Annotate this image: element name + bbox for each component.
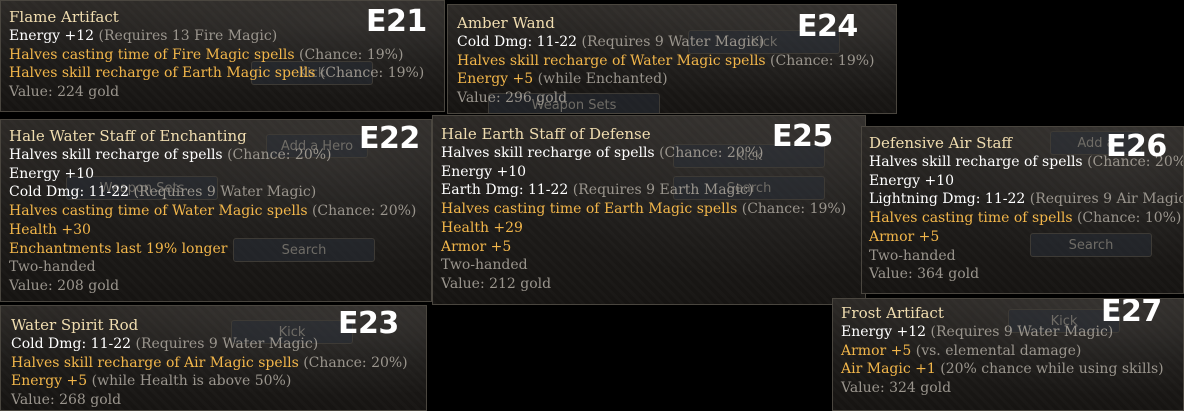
bonus-casting-time: Halves casting time of Fire Magic spells (9, 46, 295, 63)
item-value: Value: 224 gold (9, 84, 120, 101)
stat-requirement: (Requires 13 Fire Magic) (94, 28, 278, 44)
stat-requirement: (Requires 9 Earth Magic) (568, 182, 754, 199)
stat-cold-damage: Cold Dmg: 11-22 (9, 184, 130, 201)
bonus-condition: (while Health is above 50%) (87, 373, 292, 390)
stat-requirement: (Requires 9 Water Magic) (129, 184, 317, 201)
item-handedness: Two-handed (441, 257, 528, 274)
stat-earth-damage: Earth Dmg: 11-22 (441, 182, 569, 199)
stat-requirement: (Requires 9 Air Magic) (1025, 191, 1184, 208)
item-value: Value: 208 gold (9, 277, 120, 294)
stat-chance: (Chance: 20%) (654, 145, 764, 161)
bonus-chance: (Chance: 20%) (307, 203, 417, 220)
bonus-armor: Armor +5 (841, 342, 912, 359)
bonus-chance: (Chance: 19%) (737, 201, 847, 218)
bonus-energy: Energy +5 (457, 71, 534, 88)
stat-lightning-damage: Lightning Dmg: 11-22 (869, 191, 1026, 208)
bonus-casting-time: Halves casting time of Earth Magic spell… (441, 201, 738, 218)
item-value: Value: 364 gold (869, 266, 980, 283)
item-value: Value: 324 gold (841, 380, 952, 397)
item-value: Value: 212 gold (441, 275, 552, 292)
item-tooltip-e25: Kick Search Hale Earth Staff of Defense … (432, 115, 866, 305)
bonus-condition: (20% chance while using skills) (935, 361, 1164, 378)
bonus-air-magic: Air Magic +1 (841, 361, 936, 378)
stat-cold-damage: Cold Dmg: 11-22 (11, 336, 132, 352)
bonus-chance: (Chance: 10%) (1072, 210, 1182, 227)
stat-recharge: Halves skill recharge of spells (441, 145, 655, 161)
stat-requirement: (Requires 9 Water Magic) (926, 324, 1114, 340)
item-code-label: E21 (366, 4, 427, 39)
bonus-chance: (Chance: 20%) (298, 354, 408, 371)
bonus-armor: Armor +5 (869, 228, 940, 245)
item-code-label: E27 (1101, 298, 1162, 329)
item-code-label: E24 (797, 9, 858, 44)
stat-energy: Energy +10 (869, 172, 955, 189)
bonus-enchantments: Enchantments last 19% longer (9, 240, 228, 257)
item-tooltip-e27: Kick Frost Artifact Energy +12 (Requires… (832, 298, 1184, 411)
item-code-label: E26 (1106, 129, 1167, 164)
bonus-chance: (Chance: 19%) (294, 46, 404, 63)
item-code-label: E22 (359, 121, 420, 156)
stat-energy: Energy +10 (441, 163, 527, 180)
item-tooltip-e23: Kick Water Spirit Rod Cold Dmg: 11-22 (R… (0, 305, 427, 411)
stat-requirement: (Requires 9 Water Magic) (577, 34, 765, 50)
stat-energy: Energy +12 (9, 28, 95, 44)
stat-energy: Energy +12 (841, 324, 927, 340)
item-value: Value: 296 gold (457, 90, 568, 107)
stat-requirement: (Requires 9 Water Magic) (131, 336, 319, 352)
stat-recharge: Halves skill recharge of spells (9, 147, 223, 163)
bonus-health: Health +29 (441, 219, 523, 236)
item-code-label: E25 (772, 119, 833, 154)
stat-cold-damage: Cold Dmg: 11-22 (457, 34, 578, 50)
item-tooltip-e26: Add a Search Defensive Air Staff Halves … (861, 126, 1184, 294)
bonus-recharge: Halves skill recharge of Water Magic spe… (457, 52, 766, 69)
bonus-recharge: Halves skill recharge of Earth Magic spe… (9, 65, 316, 82)
item-handedness: Two-handed (869, 247, 956, 264)
item-code-label: E23 (338, 306, 399, 341)
bonus-condition: (while Enchanted) (533, 71, 668, 88)
item-tooltip-e22: Add a Hero Weapon Sets Search Hale Water… (0, 119, 432, 302)
item-handedness: Two-handed (9, 259, 96, 276)
bonus-armor: Armor +5 (441, 238, 512, 255)
bonus-recharge: Halves skill recharge of Air Magic spell… (11, 354, 299, 371)
item-value: Value: 268 gold (11, 392, 122, 409)
bonus-health: Health +30 (9, 221, 91, 238)
bonus-chance: (Chance: 19%) (315, 65, 425, 82)
item-tooltip-e21: Kick Flame Artifact Energy +12 (Requires… (0, 0, 445, 112)
bonus-condition: (vs. elemental damage) (911, 342, 1082, 359)
bonus-chance: (Chance: 19%) (765, 52, 875, 69)
stat-energy: Energy +10 (9, 165, 95, 182)
item-tooltip-e24: Kick Weapon Sets Amber Wand Cold Dmg: 11… (447, 4, 897, 114)
bonus-casting-time: Halves casting time of Water Magic spell… (9, 203, 308, 220)
stat-chance: (Chance: 20%) (222, 147, 332, 163)
stat-recharge: Halves skill recharge of spells (869, 154, 1083, 170)
bonus-casting-time: Halves casting time of spells (869, 210, 1073, 227)
bonus-energy: Energy +5 (11, 373, 88, 390)
